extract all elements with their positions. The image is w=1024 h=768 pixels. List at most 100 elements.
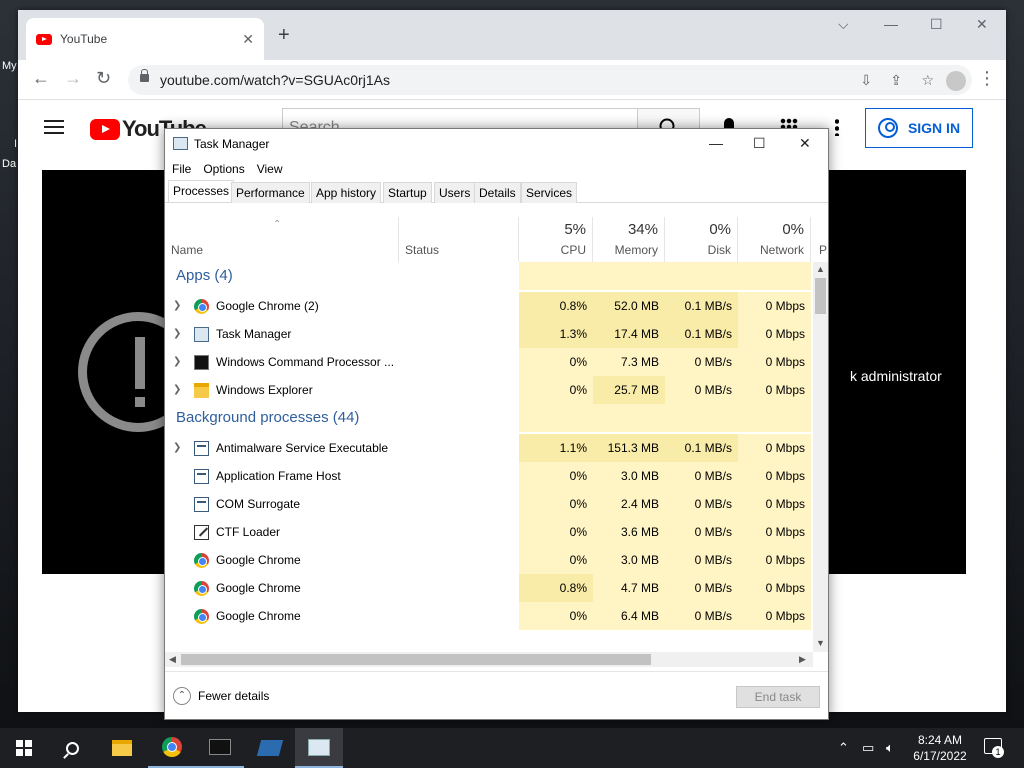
windows-logo-icon xyxy=(16,740,32,756)
network-total-percent: 0% xyxy=(782,221,804,238)
sign-in-button[interactable]: SIGN IN xyxy=(865,108,973,148)
scroll-left-icon[interactable]: ◀ xyxy=(169,654,176,665)
taskbar-search-button[interactable] xyxy=(48,728,96,768)
address-bar[interactable]: youtube.com/watch?v=SGUAc0rj1As ⇩ ⇪ ☆ xyxy=(128,65,972,95)
minimize-button[interactable]: — xyxy=(709,135,723,151)
column-header-power[interactable]: P xyxy=(811,217,827,262)
system-clock[interactable]: 8:24 AM 6/17/2022 xyxy=(900,732,980,764)
taskbar-task-manager[interactable] xyxy=(295,728,343,768)
browser-tab-youtube[interactable]: YouTube ✕ xyxy=(26,18,264,60)
taskbar-powershell[interactable] xyxy=(246,728,294,768)
column-header-cpu[interactable]: 5% CPU xyxy=(519,217,593,262)
process-memory: 3.6 MB xyxy=(593,518,665,546)
process-row[interactable]: ❯ Google Chrome (2) 0.8% 52.0 MB 0.1 MB/s 0 M… xyxy=(165,292,813,320)
vertical-scroll-thumb[interactable] xyxy=(815,278,826,314)
install-app-icon[interactable]: ⇩ xyxy=(860,72,872,89)
process-row[interactable]: Application Frame Host 0% 3.0 MB 0 MB/s 0 Mb… xyxy=(165,462,813,490)
profile-avatar-icon[interactable] xyxy=(946,71,966,91)
column-header-disk[interactable]: 0% Disk xyxy=(665,217,738,262)
expand-chevron-icon[interactable]: ❯ xyxy=(173,434,181,462)
process-name: Windows Explorer xyxy=(216,383,313,397)
new-tab-button[interactable]: + xyxy=(278,24,290,47)
hamburger-menu-icon[interactable] xyxy=(44,120,64,134)
settings-kebab-icon[interactable] xyxy=(835,118,839,136)
url-text[interactable]: youtube.com/watch?v=SGUAc0rj1As xyxy=(160,72,390,88)
desktop-icon-label[interactable]: Da xyxy=(2,158,16,170)
column-header-status[interactable]: Status xyxy=(399,217,519,262)
process-network: 0 Mbps xyxy=(738,602,811,630)
volume-icon[interactable]: 🔈︎ xyxy=(886,740,894,756)
fewer-details-link[interactable]: Fewer details xyxy=(198,689,269,703)
process-row[interactable]: ❯ Windows Command Processor ... 0% 7.3 MB 0 … xyxy=(165,348,813,376)
forward-button[interactable]: → xyxy=(64,68,82,89)
scroll-right-icon[interactable]: ▶ xyxy=(799,654,806,665)
column-header-network[interactable]: 0% Network xyxy=(738,217,811,262)
tab-close-icon[interactable]: ✕ xyxy=(242,31,254,48)
show-hidden-icons-chevron-icon[interactable]: ⌃ xyxy=(838,740,849,756)
expand-chevron-icon[interactable]: ❯ xyxy=(173,292,181,320)
desktop-icon-label[interactable]: I xyxy=(14,138,17,150)
horizontal-scrollbar[interactable]: ◀ ▶ xyxy=(165,652,813,667)
vertical-scrollbar[interactable]: ▲ ▼ xyxy=(813,262,828,652)
scroll-down-icon[interactable]: ▼ xyxy=(816,638,825,648)
process-row[interactable]: Google Chrome 0.8% 4.7 MB 0 MB/s 0 Mbps xyxy=(165,574,813,602)
column-label-cpu: CPU xyxy=(560,243,586,257)
menu-view[interactable]: View xyxy=(257,162,283,176)
network-icon[interactable]: ▭ xyxy=(862,740,874,756)
window-title: Task Manager xyxy=(194,137,270,151)
expand-chevron-icon[interactable]: ❯ xyxy=(173,348,181,376)
process-network: 0 Mbps xyxy=(738,462,811,490)
maximize-button[interactable]: ☐ xyxy=(930,16,943,33)
end-task-button[interactable]: End task xyxy=(736,686,820,708)
process-row[interactable]: CTF Loader 0% 3.6 MB 0 MB/s 0 Mbps xyxy=(165,518,813,546)
column-header-row: ⌃ Name Status 5% CPU 34% Memory 0% Disk … xyxy=(165,217,827,262)
taskbar-chrome[interactable] xyxy=(148,728,196,768)
service-icon xyxy=(194,497,209,512)
task-manager-titlebar[interactable]: Task Manager — ☐ ✕ xyxy=(165,129,828,159)
process-disk: 0 MB/s xyxy=(665,602,738,630)
bookmark-star-icon[interactable]: ☆ xyxy=(921,72,934,89)
desktop-icon-label[interactable]: My xyxy=(2,60,17,72)
sign-in-label: SIGN IN xyxy=(907,120,961,136)
tab-details[interactable]: Details xyxy=(474,182,521,203)
tab-services[interactable]: Services xyxy=(521,182,578,203)
process-network: 0 Mbps xyxy=(738,292,811,320)
maximize-button[interactable]: ☐ xyxy=(753,135,766,152)
tab-processes[interactable]: Processes xyxy=(168,180,235,202)
minimize-button[interactable]: — xyxy=(884,16,898,32)
tab-startup[interactable]: Startup xyxy=(383,182,432,203)
horizontal-scroll-thumb[interactable] xyxy=(181,654,651,665)
process-row[interactable]: COM Surrogate 0% 2.4 MB 0 MB/s 0 Mbps xyxy=(165,490,813,518)
process-name: COM Surrogate xyxy=(216,497,301,511)
tab-performance[interactable]: Performance xyxy=(231,182,310,203)
process-row[interactable]: ❯ Antimalware Service Executable 1.1% 151.3… xyxy=(165,434,813,462)
column-header-name[interactable]: ⌃ Name xyxy=(165,217,399,262)
reload-button[interactable]: ↻ xyxy=(96,68,111,89)
taskbar-file-explorer[interactable] xyxy=(98,728,146,768)
menu-file[interactable]: File xyxy=(172,162,191,176)
chrome-menu-icon[interactable]: ⋮ xyxy=(978,68,996,89)
tab-users[interactable]: Users xyxy=(434,182,476,203)
tab-app-history[interactable]: App history xyxy=(311,182,382,203)
share-icon[interactable]: ⇪ xyxy=(890,72,902,89)
expand-chevron-icon[interactable]: ❯ xyxy=(173,376,181,404)
process-row[interactable]: Google Chrome 0% 6.4 MB 0 MB/s 0 Mbps xyxy=(165,602,813,630)
back-button[interactable]: ← xyxy=(32,68,50,89)
menu-options[interactable]: Options xyxy=(203,162,244,176)
start-button[interactable] xyxy=(0,728,48,768)
close-button[interactable]: ✕ xyxy=(799,135,811,152)
lock-icon[interactable] xyxy=(140,69,149,82)
scroll-up-icon[interactable]: ▲ xyxy=(816,264,825,274)
process-row[interactable]: ❯ Task Manager 1.3% 17.4 MB 0.1 MB/s 0 Mbps xyxy=(165,320,813,348)
tab-search-chevron-icon[interactable]: ⌵ xyxy=(838,16,849,33)
collapse-chevron-icon[interactable]: ⌃ xyxy=(173,687,191,705)
folder-icon xyxy=(112,740,132,756)
expand-chevron-icon[interactable]: ❯ xyxy=(173,320,181,348)
taskbar-command-prompt[interactable] xyxy=(196,728,244,768)
process-row[interactable]: ❯ Windows Explorer 0% 25.7 MB 0 MB/s 0 Mbps xyxy=(165,376,813,404)
column-header-memory[interactable]: 34% Memory xyxy=(593,217,665,262)
close-button[interactable]: ✕ xyxy=(976,16,988,33)
process-network: 0 Mbps xyxy=(738,376,811,404)
process-row[interactable]: Google Chrome 0% 3.0 MB 0 MB/s 0 Mbps xyxy=(165,546,813,574)
tab-title: YouTube xyxy=(60,32,108,46)
